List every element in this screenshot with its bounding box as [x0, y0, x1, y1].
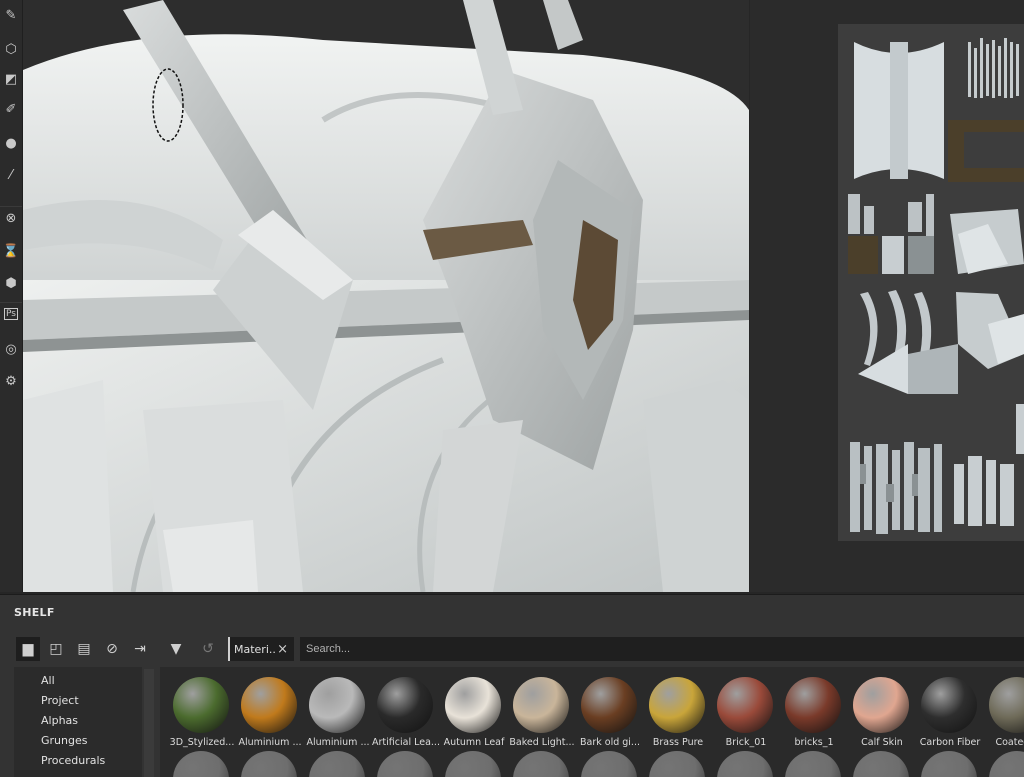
hide-icon[interactable]: ⊘ — [100, 637, 124, 661]
asset-item[interactable]: Coated M — [984, 673, 1024, 753]
asset-item[interactable]: Aluminium ... — [304, 673, 372, 753]
asset-grid: 3D_Stylized... Aluminium ... Aluminium ...… — [160, 667, 1024, 777]
asset-item[interactable]: Autumn Leaf — [440, 673, 508, 753]
asset-label: 3D_Stylized... — [169, 737, 235, 748]
3d-viewport[interactable] — [23, 0, 749, 592]
shelf-title: SHELF — [14, 606, 55, 619]
material-preview-thumbnail — [649, 677, 705, 733]
polygon-fill-icon[interactable]: ◩ — [0, 68, 22, 90]
asset-item[interactable]: bricks_1 — [780, 673, 848, 753]
material-preview-thumbnail[interactable] — [309, 751, 365, 777]
search-input[interactable] — [300, 637, 1024, 661]
material-preview-thumbnail[interactable] — [921, 751, 977, 777]
chest-model — [23, 0, 749, 592]
asset-label: Calf Skin — [861, 737, 903, 748]
material-preview-thumbnail — [921, 677, 977, 733]
material-preview-thumbnail[interactable] — [785, 751, 841, 777]
material-preview-thumbnail — [785, 677, 841, 733]
material-preview-thumbnail — [445, 677, 501, 733]
camera-icon[interactable]: ◎ — [0, 338, 22, 360]
folder-icon[interactable]: ▆ — [16, 637, 40, 661]
asset-label: Artificial Lea... — [372, 737, 440, 748]
close-icon[interactable]: × — [277, 642, 288, 657]
material-preview-thumbnail[interactable] — [445, 751, 501, 777]
layer-icon[interactable]: ⬢ — [0, 272, 22, 294]
asset-item[interactable]: Brass Pure — [644, 673, 712, 753]
paint-brush-icon[interactable]: ✎ — [0, 4, 22, 26]
material-preview-thumbnail[interactable] — [989, 751, 1024, 777]
material-preview-thumbnail — [581, 677, 637, 733]
material-preview-thumbnail[interactable] — [241, 751, 297, 777]
asset-label: Brass Pure — [652, 737, 704, 748]
asset-item[interactable]: Artificial Lea... — [372, 673, 440, 753]
asset-label: Autumn Leaf — [443, 737, 505, 748]
asset-label: Carbon Fiber — [919, 737, 981, 748]
category-list: All Project Alphas Grunges Procedurals — [14, 667, 142, 777]
material-preview-thumbnail — [989, 677, 1024, 733]
left-toolbar: ✎ ⬡ ◩ ✐ ● ⁄ ⊗ ⌛ ⬢ Ps ◎ ⚙ — [0, 0, 23, 592]
asset-label: Brick_01 — [725, 737, 767, 748]
category-all[interactable]: All — [41, 674, 55, 687]
asset-item[interactable]: Aluminium ... — [236, 673, 304, 753]
material-preview-thumbnail[interactable] — [581, 751, 637, 777]
shelf-panel: SHELF ▆ ◰ ▤ ⊘ ⇥ ▼ ↺ Materi.. × All Proje… — [0, 594, 1024, 777]
reset-filter-icon[interactable]: ↺ — [196, 637, 220, 661]
material-preview-thumbnail — [377, 677, 433, 733]
filter-tag-label: Materi.. — [234, 642, 276, 656]
smudge-icon[interactable]: ✐ — [0, 98, 22, 120]
category-grunges[interactable]: Grunges — [41, 734, 87, 747]
category-alphas[interactable]: Alphas — [41, 714, 78, 727]
ps-label: Ps — [4, 308, 18, 320]
material-preview-thumbnail[interactable] — [717, 751, 773, 777]
import-icon[interactable]: ⇥ — [128, 637, 152, 661]
uv-islands — [838, 24, 1024, 541]
photoshop-export-icon[interactable]: Ps — [0, 302, 22, 325]
asset-item[interactable]: Carbon Fiber — [916, 673, 984, 753]
material-icon[interactable]: ⌛ — [0, 240, 22, 262]
asset-item[interactable]: Calf Skin — [848, 673, 916, 753]
new-folder-icon[interactable]: ◰ — [44, 637, 68, 661]
category-procedurals[interactable]: Procedurals — [41, 754, 105, 767]
material-preview-thumbnail — [309, 677, 365, 733]
color-picker-icon[interactable]: ⁄ — [0, 164, 22, 186]
clone-icon[interactable]: ● — [0, 132, 22, 154]
asset-label: Coated M — [995, 737, 1024, 748]
filter-tag-materials[interactable]: Materi.. × — [228, 637, 294, 661]
material-preview-thumbnail[interactable] — [173, 751, 229, 777]
material-preview-thumbnail — [173, 677, 229, 733]
material-preview-thumbnail[interactable] — [513, 751, 569, 777]
asset-label: Aluminium ... — [238, 737, 302, 748]
asset-item[interactable]: Baked Light... — [508, 673, 576, 753]
asset-label: bricks_1 — [794, 737, 834, 748]
settings-icon[interactable]: ⚙ — [0, 370, 22, 392]
asset-item[interactable]: Brick_01 — [712, 673, 780, 753]
uv-map-canvas[interactable] — [838, 24, 1024, 541]
asset-label: Baked Light... — [509, 737, 575, 748]
bake-icon[interactable]: ⊗ — [0, 206, 22, 229]
material-preview-thumbnail[interactable] — [377, 751, 433, 777]
projection-icon[interactable]: ⬡ — [0, 38, 22, 60]
asset-label: Aluminium ... — [306, 737, 370, 748]
asset-item[interactable]: 3D_Stylized... — [168, 673, 236, 753]
material-preview-thumbnail — [241, 677, 297, 733]
filter-icon[interactable]: ▼ — [164, 637, 188, 661]
save-icon[interactable]: ▤ — [72, 637, 96, 661]
material-preview-thumbnail — [513, 677, 569, 733]
material-preview-thumbnail — [717, 677, 773, 733]
material-preview-thumbnail[interactable] — [853, 751, 909, 777]
material-preview-thumbnail — [853, 677, 909, 733]
asset-item[interactable]: Bark old gi... — [576, 673, 644, 753]
category-project[interactable]: Project — [41, 694, 79, 707]
category-scrollbar[interactable] — [144, 669, 154, 777]
asset-label: Bark old gi... — [580, 737, 640, 748]
material-preview-thumbnail[interactable] — [649, 751, 705, 777]
